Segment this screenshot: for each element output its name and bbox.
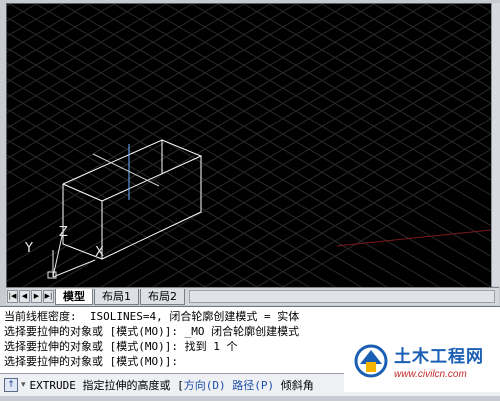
grid-line (126, 72, 491, 287)
grid-line (7, 4, 375, 221)
extrude-box-wireframe (62, 139, 203, 260)
grid-line (74, 41, 491, 287)
autocad-window: Y Z X |◀ ◀ ▶ ▶| 模型 布局1 布局2 当前线框密度: ISOLI… (0, 0, 500, 401)
layout-tab-bar: |◀ ◀ ▶ ▶| 模型 布局1 布局2 (6, 287, 499, 305)
ucs-y-label: Y (24, 241, 33, 256)
grid-line (7, 4, 323, 190)
watermark-logo-icon (354, 344, 388, 378)
tab-layout1[interactable]: 布局1 (94, 288, 139, 305)
next-tab-button[interactable]: ▶ (31, 290, 42, 303)
grid-line (152, 87, 491, 287)
tab-layout2[interactable]: 布局2 (140, 288, 185, 305)
grid-line (7, 4, 11, 7)
grid-line (230, 133, 491, 287)
vertical-scrollbar[interactable] (491, 3, 500, 286)
isometric-grid (7, 4, 491, 287)
last-tab-button[interactable]: ▶| (43, 290, 54, 303)
history-line: 选择要拉伸的对象或 [模式(MO)]: (4, 355, 178, 368)
drawing-viewport[interactable]: Y Z X (6, 3, 492, 288)
command-icon[interactable]: ↑ (4, 378, 18, 392)
horizontal-scrollbar[interactable] (189, 290, 495, 303)
option-direction[interactable]: 方向(D) (184, 379, 226, 392)
prompt-tail: 倾斜角 (274, 379, 314, 392)
grid-line (7, 4, 453, 267)
dropdown-arrow-icon[interactable]: ▾ (21, 380, 26, 390)
ucs-icon (47, 235, 96, 279)
grid-line (7, 4, 349, 206)
history-line: 选择要拉伸的对象或 [模式(MO)]: 找到 1 个 (4, 340, 238, 353)
grid-line (7, 4, 89, 53)
site-watermark: 土木工程网 www.civilcn.com (344, 330, 500, 392)
history-line: 选择要拉伸的对象或 [模式(MO)]: _MO 闭合轮廓创建模式 (4, 325, 300, 338)
first-tab-button[interactable]: |◀ (7, 290, 18, 303)
grid-line (48, 26, 491, 287)
watermark-title: 土木工程网 (394, 347, 484, 367)
option-path[interactable]: 路径(P) (232, 379, 274, 392)
ucs-z-label: Z (59, 225, 68, 240)
grid-line (7, 4, 297, 175)
prompt-question: 指定拉伸的高度或 [ (75, 379, 184, 392)
watermark-url: www.civilcn.com (394, 369, 467, 380)
model-space-canvas: Y Z X (7, 4, 491, 287)
history-line: 当前线框密度: ISOLINES=4, 闭合轮廓创建模式 = 实体 (4, 310, 300, 323)
command-name: EXTRUDE (29, 379, 76, 392)
grid-line (256, 148, 491, 287)
command-prompt-text[interactable]: EXTRUDE 指定拉伸的高度或 [方向(D) 路径(P) 倾斜角 (30, 377, 314, 393)
grid-line (7, 4, 271, 160)
prev-tab-button[interactable]: ◀ (19, 290, 30, 303)
tab-model[interactable]: 模型 (55, 288, 93, 305)
ucs-x-label: X (95, 245, 104, 260)
grid-axis-line (336, 229, 491, 247)
